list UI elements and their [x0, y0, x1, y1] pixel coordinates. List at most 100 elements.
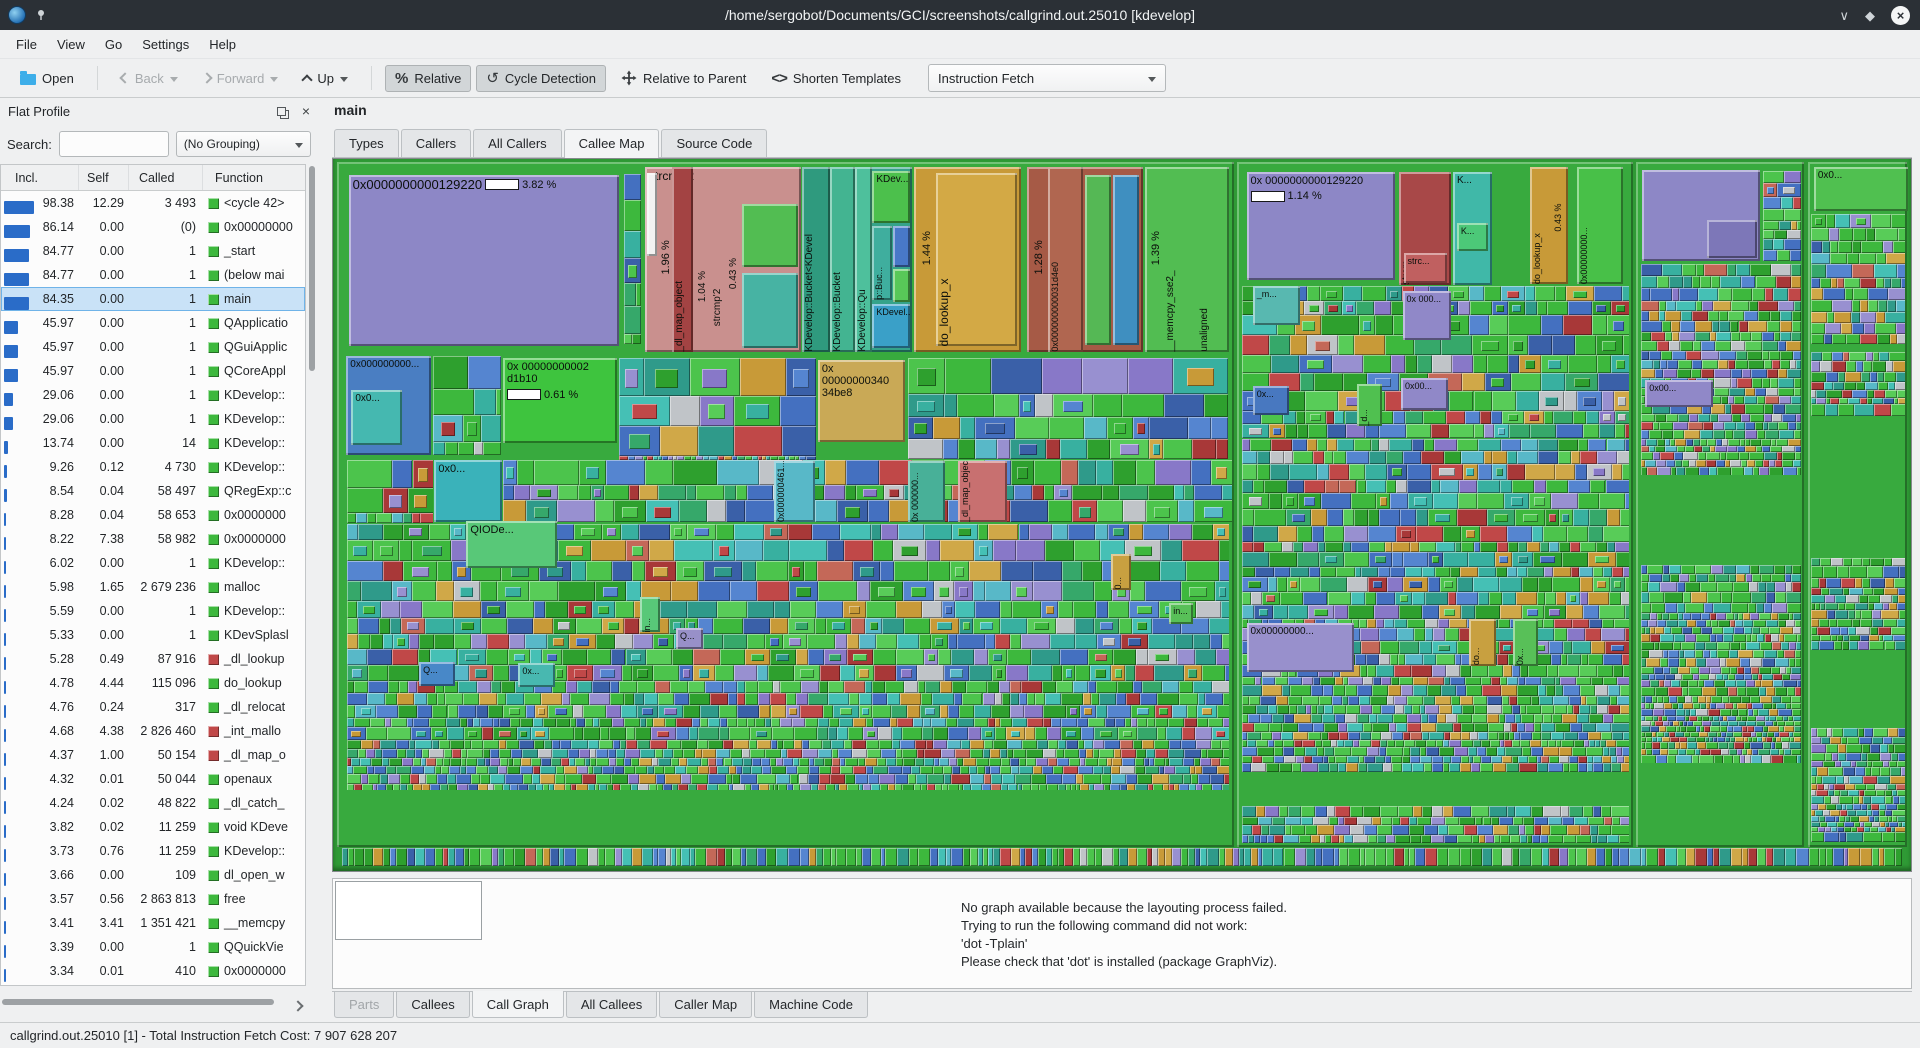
treemap-tile[interactable]: [383, 524, 403, 541]
treemap-tile[interactable]: [1874, 603, 1883, 610]
treemap-tile[interactable]: [915, 758, 924, 765]
treemap-tile[interactable]: [1669, 565, 1682, 574]
treemap-tile[interactable]: [1599, 605, 1624, 619]
treemap-tile[interactable]: [558, 485, 578, 501]
block-do-lookup-x[interactable]: 1.44 %do_lookup_x: [914, 167, 1021, 352]
treemap-tile[interactable]: [1424, 439, 1434, 452]
treemap-tile[interactable]: [1543, 619, 1555, 629]
treemap-tile[interactable]: [761, 758, 770, 765]
treemap-tile[interactable]: [1035, 727, 1047, 740]
treemap-tile[interactable]: [1377, 835, 1386, 843]
treemap-tile[interactable]: [639, 774, 656, 784]
treemap-tile[interactable]: [645, 460, 672, 484]
treemap-tile[interactable]: [1698, 696, 1705, 703]
treemap-tile[interactable]: [1762, 658, 1775, 667]
treemap-tile[interactable]: [1300, 373, 1314, 391]
treemap-tile[interactable]: [1898, 228, 1905, 241]
treemap-tile[interactable]: [1179, 681, 1194, 693]
treemap-tile[interactable]: [1061, 727, 1081, 740]
treemap-tile[interactable]: [1587, 464, 1612, 480]
treemap-tile[interactable]: [523, 774, 533, 784]
treemap-tile[interactable]: [1614, 619, 1630, 629]
treemap-tile[interactable]: [1396, 526, 1416, 542]
treemap-tile[interactable]: [1849, 641, 1858, 649]
treemap-tile[interactable]: [1428, 509, 1457, 526]
treemap-tile[interactable]: [1477, 747, 1486, 756]
treemap-tile[interactable]: [1771, 574, 1785, 583]
treemap-tile[interactable]: [970, 749, 983, 758]
treemap-tile[interactable]: [1578, 493, 1599, 510]
treemap-tile[interactable]: [614, 766, 624, 775]
treemap-tile[interactable]: [1763, 209, 1784, 221]
treemap-tile[interactable]: [576, 784, 587, 790]
treemap-tile[interactable]: [1087, 848, 1095, 866]
treemap-tile[interactable]: [591, 485, 604, 501]
block-qiodevice[interactable]: QIODe...: [466, 521, 557, 567]
treemap-block[interactable]: 0x00...: [1645, 380, 1713, 407]
treemap-tile[interactable]: [1593, 577, 1610, 592]
treemap-tile[interactable]: [1257, 747, 1273, 756]
treemap-tile[interactable]: [1045, 693, 1061, 705]
treemap-tile[interactable]: [1361, 641, 1380, 654]
treemap-tile[interactable]: [1548, 763, 1563, 772]
treemap-tile[interactable]: [1253, 542, 1264, 552]
treemap-tile[interactable]: [504, 848, 514, 866]
treemap-tile[interactable]: [593, 766, 602, 775]
treemap-tile[interactable]: [1453, 723, 1460, 732]
treemap-tile[interactable]: [688, 681, 705, 693]
treemap-tile[interactable]: [868, 774, 879, 784]
treemap-tile[interactable]: [933, 727, 949, 740]
treemap-tile[interactable]: [1122, 758, 1134, 765]
treemap-tile[interactable]: [1599, 424, 1615, 438]
treemap-tile[interactable]: [1763, 250, 1777, 261]
treemap-tile[interactable]: [1285, 424, 1297, 438]
treemap-tile[interactable]: [1222, 634, 1229, 649]
treemap-tile[interactable]: [897, 848, 908, 866]
treemap-tile[interactable]: [1877, 334, 1890, 344]
treemap-tile[interactable]: [944, 394, 958, 417]
tab-call-graph[interactable]: Call Graph: [472, 991, 564, 1018]
treemap-tile[interactable]: [1572, 619, 1589, 629]
treemap-tile[interactable]: [1588, 526, 1603, 542]
treemap-tile[interactable]: [1515, 509, 1545, 526]
treemap-tile[interactable]: [1000, 749, 1007, 758]
treemap-tile[interactable]: [376, 513, 392, 522]
treemap-block[interactable]: [647, 173, 656, 256]
tab-callers[interactable]: Callers: [401, 129, 471, 157]
treemap-tile[interactable]: [1344, 835, 1353, 843]
treemap-tile[interactable]: [1323, 685, 1333, 696]
treemap-tile[interactable]: [1148, 649, 1176, 665]
tab-machine-code[interactable]: Machine Code: [754, 992, 868, 1018]
treemap-tile[interactable]: [1760, 627, 1768, 634]
treemap-tile[interactable]: [524, 693, 540, 705]
treemap-tile[interactable]: [1704, 680, 1713, 688]
treemap-tile[interactable]: [1318, 542, 1325, 552]
treemap-tile[interactable]: [950, 561, 969, 581]
treemap-tile[interactable]: [377, 784, 386, 790]
treemap-tile[interactable]: [1276, 696, 1288, 705]
treemap-tile[interactable]: [1830, 253, 1847, 264]
block-0x129220-b[interactable]: 0x 00000000001292201.14 %: [1247, 172, 1395, 280]
treemap-tile[interactable]: [1334, 747, 1351, 756]
treemap-tile[interactable]: [1732, 414, 1741, 422]
treemap-tile[interactable]: [747, 601, 774, 618]
treemap-tile[interactable]: [955, 749, 970, 758]
treemap-tile[interactable]: [1460, 848, 1471, 866]
treemap-tile[interactable]: [1460, 665, 1471, 677]
treemap-tile[interactable]: [1590, 705, 1598, 713]
treemap-tile[interactable]: [1419, 542, 1436, 552]
treemap-tile[interactable]: [1880, 595, 1892, 603]
treemap-tile[interactable]: [1184, 718, 1196, 727]
treemap-tile[interactable]: [358, 634, 370, 649]
treemap-tile[interactable]: [1374, 605, 1399, 619]
treemap-tile[interactable]: [1764, 603, 1772, 613]
treemap-tile[interactable]: [1898, 728, 1906, 737]
treemap-tile[interactable]: [1602, 756, 1611, 763]
treemap-tile[interactable]: [885, 681, 903, 693]
treemap-tile[interactable]: [1758, 301, 1778, 312]
treemap-tile[interactable]: [924, 649, 938, 665]
treemap-tile[interactable]: [1328, 756, 1335, 763]
treemap-tile[interactable]: [896, 649, 924, 665]
treemap-tile[interactable]: [1720, 276, 1740, 289]
treemap-tile[interactable]: [1597, 355, 1611, 373]
